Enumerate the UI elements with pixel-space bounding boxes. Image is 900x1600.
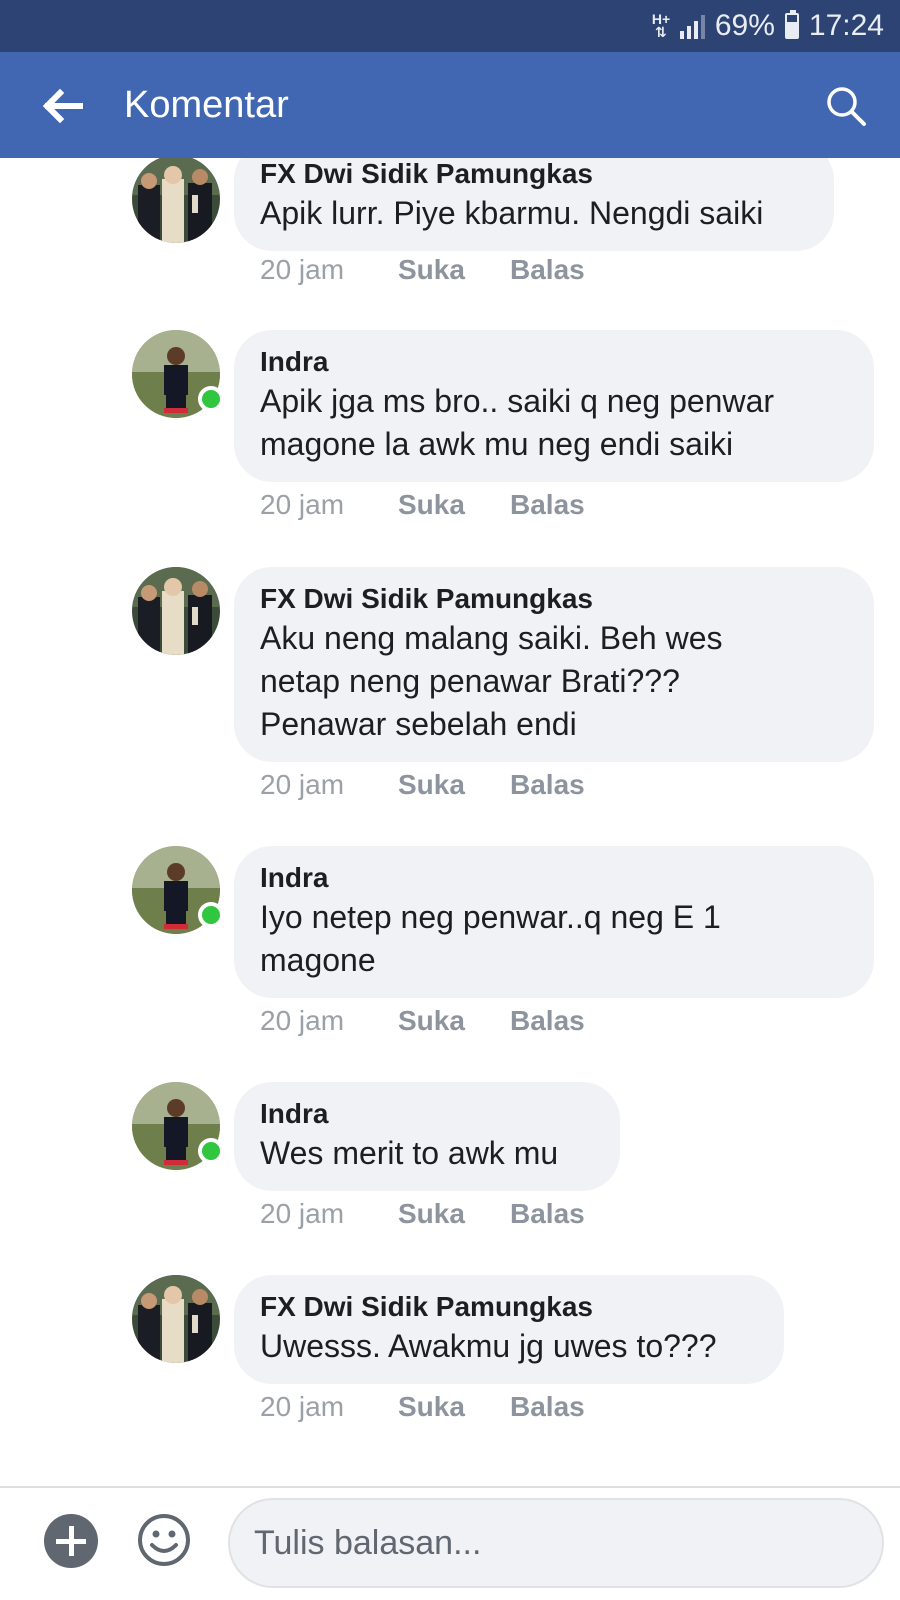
avatar[interactable] bbox=[132, 158, 220, 243]
comment-timestamp[interactable]: 20 jam bbox=[260, 1389, 398, 1425]
avatar-wrap bbox=[132, 158, 220, 243]
comment-text: magone bbox=[260, 942, 376, 978]
comment-actions: 20 jam Suka Balas bbox=[260, 1003, 585, 1039]
comment-author[interactable]: FX Dwi Sidik Pamungkas bbox=[260, 1289, 758, 1325]
comment-actions: 20 jam Suka Balas bbox=[260, 487, 585, 523]
comment-actions: 20 jam Suka Balas bbox=[260, 767, 585, 803]
online-indicator bbox=[198, 902, 224, 928]
like-button[interactable]: Suka bbox=[398, 487, 510, 523]
like-button[interactable]: Suka bbox=[398, 767, 510, 803]
comment-timestamp[interactable]: 20 jam bbox=[260, 252, 398, 288]
comment-bubble[interactable]: Indra Apik jga ms bro.. saiki q neg penw… bbox=[234, 330, 874, 482]
comment-timestamp[interactable]: 20 jam bbox=[260, 767, 398, 803]
reply-composer bbox=[0, 1486, 900, 1600]
comment-text: Aku neng malang saiki. Beh wes bbox=[260, 620, 723, 656]
avatar-wrap bbox=[132, 330, 224, 418]
reply-button[interactable]: Balas bbox=[510, 252, 585, 288]
comment-text: Iyo netep neg penwar..q neg E 1 bbox=[260, 899, 721, 935]
avatar[interactable] bbox=[132, 567, 220, 655]
status-bar: H+ ⇅ 69% 17:24 bbox=[0, 0, 900, 52]
battery-fill bbox=[786, 21, 797, 37]
back-button[interactable] bbox=[38, 82, 86, 130]
arrow-left-icon bbox=[42, 88, 83, 124]
battery-icon bbox=[784, 10, 799, 39]
comment-bubble[interactable]: FX Dwi Sidik Pamungkas Aku neng malang s… bbox=[234, 567, 874, 762]
comment-timestamp[interactable]: 20 jam bbox=[260, 1196, 398, 1232]
comment-author[interactable]: Indra bbox=[260, 1096, 594, 1132]
comment-bubble[interactable]: Indra Wes merit to awk mu bbox=[234, 1082, 620, 1191]
comment-author[interactable]: Indra bbox=[260, 860, 848, 896]
like-button[interactable]: Suka bbox=[398, 1389, 510, 1425]
reply-button[interactable]: Balas bbox=[510, 1196, 585, 1232]
comment-actions: 20 jam Suka Balas bbox=[260, 252, 585, 288]
comment-timestamp[interactable]: 20 jam bbox=[260, 487, 398, 523]
online-indicator bbox=[198, 1138, 224, 1164]
comment-bubble[interactable]: FX Dwi Sidik Pamungkas Apik lurr. Piye k… bbox=[234, 158, 834, 251]
comment-text: Uwesss. Awakmu jg uwes to??? bbox=[260, 1328, 717, 1364]
battery-percent: 69% bbox=[714, 9, 775, 42]
app-bar: Komentar bbox=[0, 52, 900, 158]
comment-text: magone la awk mu neg endi saiki bbox=[260, 426, 734, 462]
signal-icon bbox=[679, 13, 705, 39]
reply-button[interactable]: Balas bbox=[510, 487, 585, 523]
emoji-smile-icon bbox=[138, 1514, 190, 1566]
emoji-button[interactable] bbox=[136, 1512, 192, 1568]
plus-circle-icon[interactable] bbox=[44, 1514, 98, 1568]
status-indicators: H+ ⇅ 69% 17:24 bbox=[652, 6, 884, 46]
comment-author[interactable]: Indra bbox=[260, 344, 848, 380]
comment-text: Penawar sebelah endi bbox=[260, 706, 577, 742]
comment-list: FX Dwi Sidik Pamungkas Apik lurr. Piye k… bbox=[0, 158, 900, 1486]
comment-text: netap neng penawar Brati??? bbox=[260, 663, 680, 699]
avatar[interactable] bbox=[132, 1275, 220, 1363]
like-button[interactable]: Suka bbox=[398, 1196, 510, 1232]
avatar-wrap bbox=[132, 567, 220, 655]
comment-actions: 20 jam Suka Balas bbox=[260, 1389, 585, 1425]
avatar-wrap bbox=[132, 846, 224, 934]
like-button[interactable]: Suka bbox=[398, 252, 510, 288]
page-title: Komentar bbox=[124, 84, 289, 126]
reply-button[interactable]: Balas bbox=[510, 1389, 585, 1425]
like-button[interactable]: Suka bbox=[398, 1003, 510, 1039]
comment-text: Apik jga ms bro.. saiki q neg penwar bbox=[260, 383, 775, 419]
comment-bubble[interactable]: Indra Iyo netep neg penwar..q neg E 1 ma… bbox=[234, 846, 874, 998]
network-type-icon: H+ ⇅ bbox=[651, 11, 671, 40]
comment-bubble[interactable]: FX Dwi Sidik Pamungkas Uwesss. Awakmu jg… bbox=[234, 1275, 784, 1384]
comment-author[interactable]: FX Dwi Sidik Pamungkas bbox=[260, 158, 808, 192]
reply-button[interactable]: Balas bbox=[510, 1003, 585, 1039]
comment-actions: 20 jam Suka Balas bbox=[260, 1196, 585, 1232]
search-button[interactable] bbox=[822, 82, 870, 130]
search-icon bbox=[827, 87, 866, 126]
comment-text: Wes merit to awk mu bbox=[260, 1135, 559, 1171]
reply-input[interactable] bbox=[228, 1498, 884, 1588]
clock: 17:24 bbox=[808, 9, 884, 42]
comment-author[interactable]: FX Dwi Sidik Pamungkas bbox=[260, 581, 848, 617]
avatar-wrap bbox=[132, 1082, 224, 1170]
comment-timestamp[interactable]: 20 jam bbox=[260, 1003, 398, 1039]
avatar-wrap bbox=[132, 1275, 220, 1363]
online-indicator bbox=[198, 386, 224, 412]
comment-text: Apik lurr. Piye kbarmu. Nengdi saiki bbox=[260, 195, 764, 231]
reply-button[interactable]: Balas bbox=[510, 767, 585, 803]
